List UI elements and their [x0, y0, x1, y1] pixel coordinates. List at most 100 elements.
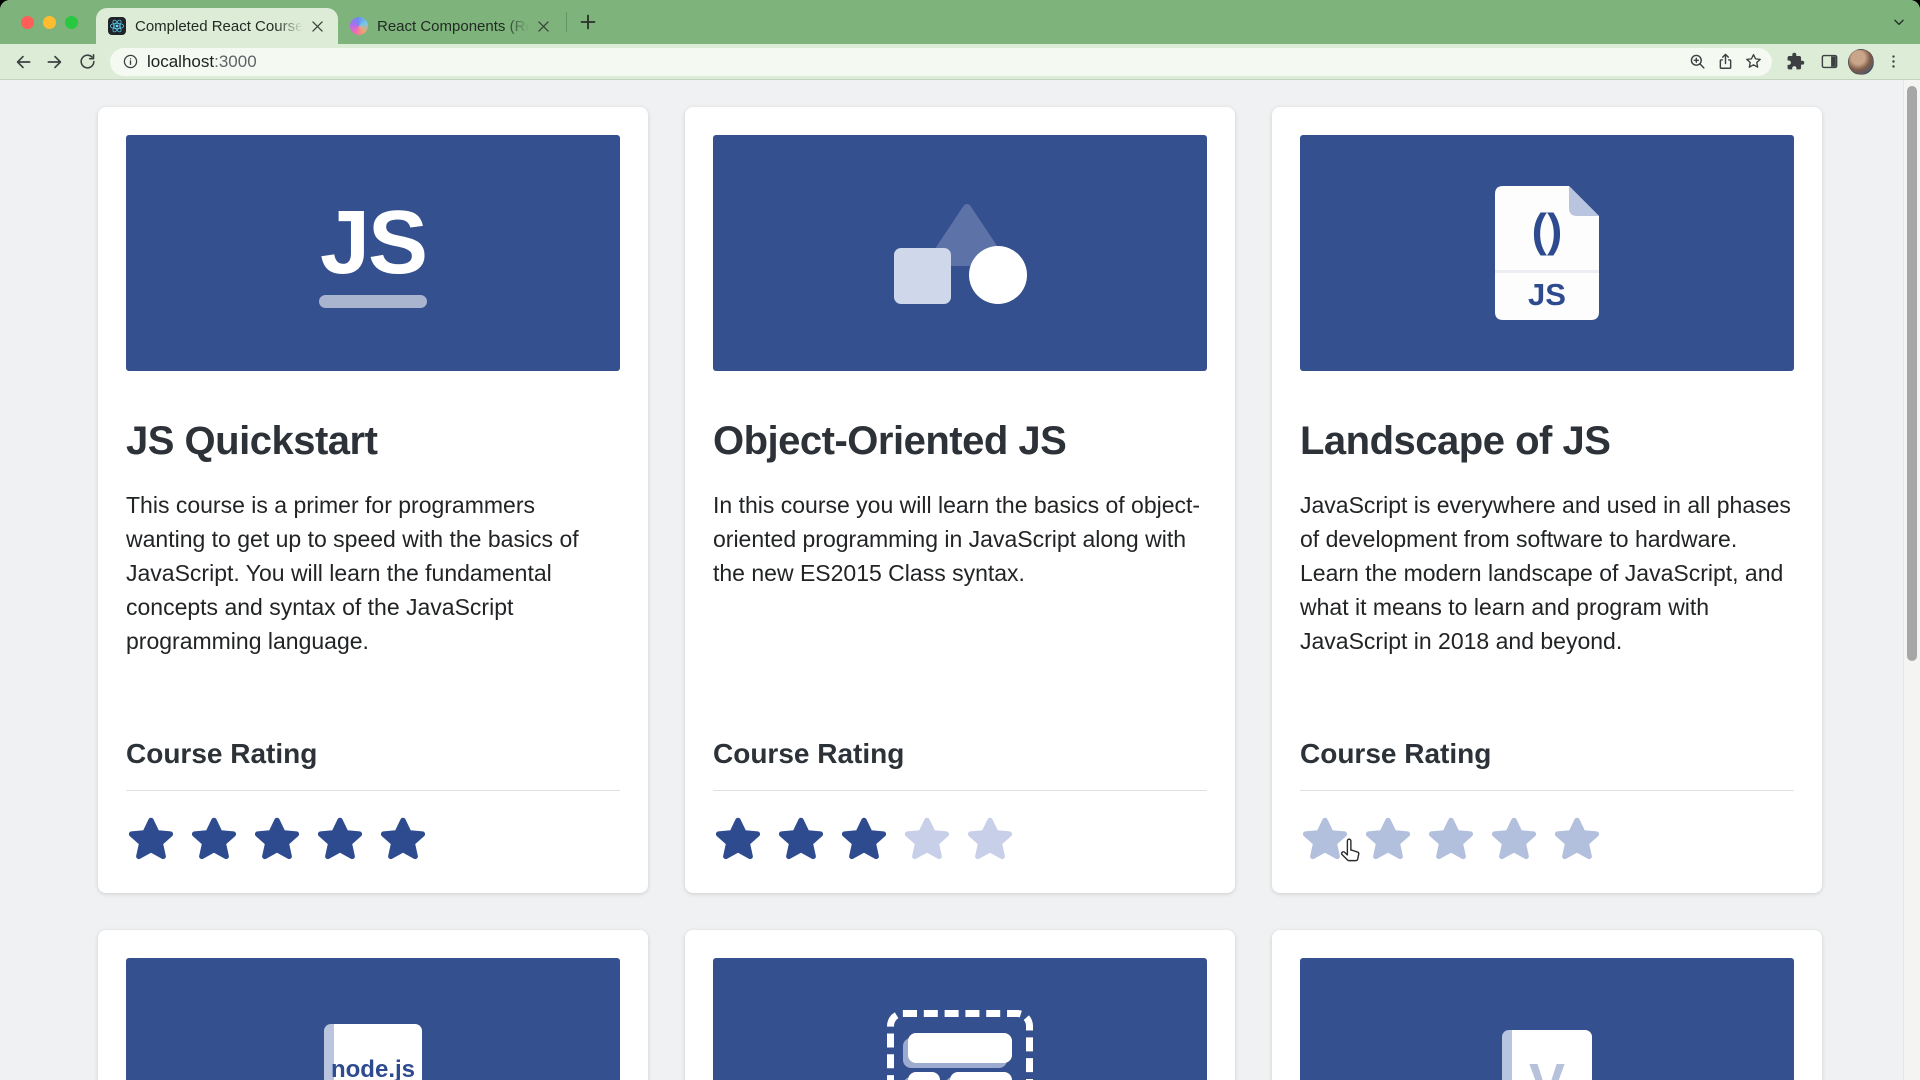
- react-favicon: [108, 17, 126, 35]
- star-icon[interactable]: [1300, 815, 1350, 865]
- side-panel-button[interactable]: [1814, 47, 1844, 77]
- star-icon[interactable]: [378, 815, 428, 865]
- extensions-button[interactable]: [1780, 47, 1810, 77]
- star-icon[interactable]: [713, 815, 763, 865]
- course-rating-section: Course Rating: [713, 738, 1207, 865]
- file-parens-text: (): [1532, 204, 1563, 256]
- rating-divider: [713, 790, 1207, 791]
- course-image-geometric-shapes: [713, 135, 1207, 371]
- course-card-partial-v: V: [1272, 930, 1822, 1080]
- chevron-down-icon[interactable]: [1892, 15, 1906, 29]
- course-image-v-book: V: [1300, 958, 1794, 1080]
- zoom-button[interactable]: [1684, 49, 1710, 75]
- course-card-landscape-of-js: () JS Landscape of JS JavaScript is ever…: [1272, 107, 1822, 893]
- tab-title: React Components (Refresh 2: [377, 18, 532, 35]
- forward-button[interactable]: [40, 47, 70, 77]
- tab-react-components[interactable]: React Components (Refresh 2: [338, 8, 564, 44]
- star-icon[interactable]: [839, 815, 889, 865]
- shapes-icon: [888, 200, 1033, 307]
- star-rating: [126, 815, 620, 865]
- js-file-icon: () JS: [1495, 186, 1599, 320]
- course-card-partial-form: [685, 930, 1235, 1080]
- course-rating-section: Course Rating: [1300, 738, 1794, 865]
- course-image-js-logo: JS: [126, 135, 620, 371]
- course-card-object-oriented-js: Object-Oriented JS In this course you wi…: [685, 107, 1235, 893]
- course-image-dashed-form: [713, 958, 1207, 1080]
- star-icon[interactable]: [776, 815, 826, 865]
- share-button[interactable]: [1712, 49, 1738, 75]
- side-panel-icon: [1820, 52, 1839, 71]
- form-bar: [950, 1072, 1012, 1080]
- star-icon[interactable]: [902, 815, 952, 865]
- tab-title: Completed React Course App: [135, 18, 306, 35]
- course-title: Object-Oriented JS: [713, 419, 1207, 464]
- share-icon: [1716, 52, 1735, 71]
- bookmark-star-icon: [1744, 52, 1763, 71]
- scrollbar-thumb[interactable]: [1907, 86, 1917, 661]
- url-host: localhost: [147, 52, 214, 71]
- new-tab-button[interactable]: [573, 7, 603, 37]
- course-rating-heading: Course Rating: [126, 738, 620, 770]
- profile-avatar[interactable]: [1848, 49, 1874, 75]
- course-rating-heading: Course Rating: [1300, 738, 1794, 770]
- window-controls: [0, 16, 96, 29]
- new-tab-icon: [580, 14, 596, 30]
- star-icon[interactable]: [1426, 815, 1476, 865]
- rating-divider: [126, 790, 620, 791]
- star-rating: [1300, 815, 1794, 865]
- close-window-button[interactable]: [21, 16, 34, 29]
- scrollbar[interactable]: [1903, 80, 1920, 1080]
- js-logo-underline: [319, 295, 427, 308]
- info-icon[interactable]: [122, 53, 139, 70]
- nodejs-label: node.js: [331, 1056, 415, 1080]
- close-tab-icon[interactable]: [532, 15, 554, 37]
- url-port: :3000: [214, 52, 257, 71]
- tab-separator: [566, 12, 567, 32]
- course-description: This course is a primer for programmers …: [126, 488, 620, 658]
- form-bar: [908, 1072, 940, 1080]
- star-icon[interactable]: [1489, 815, 1539, 865]
- course-rating-section: Course Rating: [126, 738, 620, 865]
- back-icon: [13, 52, 33, 72]
- colorful-circle-favicon: [350, 17, 368, 35]
- dashed-form-icon: [887, 1010, 1033, 1080]
- reload-icon: [78, 52, 97, 71]
- tab-completed-react-course-app[interactable]: Completed React Course App: [96, 8, 338, 44]
- bookmark-button[interactable]: [1740, 49, 1766, 75]
- star-icon[interactable]: [126, 815, 176, 865]
- browser-window: Completed React Course App React Compone…: [0, 0, 1920, 1080]
- zoom-window-button[interactable]: [65, 16, 78, 29]
- star-icon[interactable]: [965, 815, 1015, 865]
- back-button[interactable]: [8, 47, 38, 77]
- star-icon[interactable]: [252, 815, 302, 865]
- nodejs-book-icon: node.js: [324, 1024, 422, 1080]
- star-icon[interactable]: [1363, 815, 1413, 865]
- minimize-window-button[interactable]: [43, 16, 56, 29]
- close-tab-icon[interactable]: [306, 15, 328, 37]
- course-rating-heading: Course Rating: [713, 738, 1207, 770]
- forward-icon: [45, 52, 65, 72]
- reload-button[interactable]: [72, 47, 102, 77]
- url-text: localhost:3000: [147, 52, 257, 72]
- star-icon[interactable]: [315, 815, 365, 865]
- zoom-icon: [1688, 52, 1707, 71]
- browser-toolbar: localhost:3000: [0, 44, 1920, 80]
- form-bar: [908, 1033, 1012, 1063]
- tab-strip: Completed React Course App React Compone…: [0, 0, 1920, 44]
- rating-divider: [1300, 790, 1794, 791]
- star-icon[interactable]: [1552, 815, 1602, 865]
- file-js-text: JS: [1528, 277, 1566, 312]
- course-card-js-quickstart: JS JS Quickstart This course is a primer…: [98, 107, 648, 893]
- browser-menu-button[interactable]: [1878, 47, 1908, 77]
- course-title: Landscape of JS: [1300, 419, 1794, 464]
- course-image-nodejs-book: node.js: [126, 958, 620, 1080]
- star-icon[interactable]: [189, 815, 239, 865]
- v-label: V: [1529, 1052, 1565, 1080]
- course-description: In this course you will learn the basics…: [713, 488, 1207, 590]
- url-bar[interactable]: localhost:3000: [110, 48, 1772, 76]
- js-logo-text: JS: [319, 198, 427, 288]
- extensions-puzzle-icon: [1786, 52, 1805, 71]
- course-image-js-file: () JS: [1300, 135, 1794, 371]
- page-content: JS JS Quickstart This course is a primer…: [0, 80, 1920, 1080]
- star-rating: [713, 815, 1207, 865]
